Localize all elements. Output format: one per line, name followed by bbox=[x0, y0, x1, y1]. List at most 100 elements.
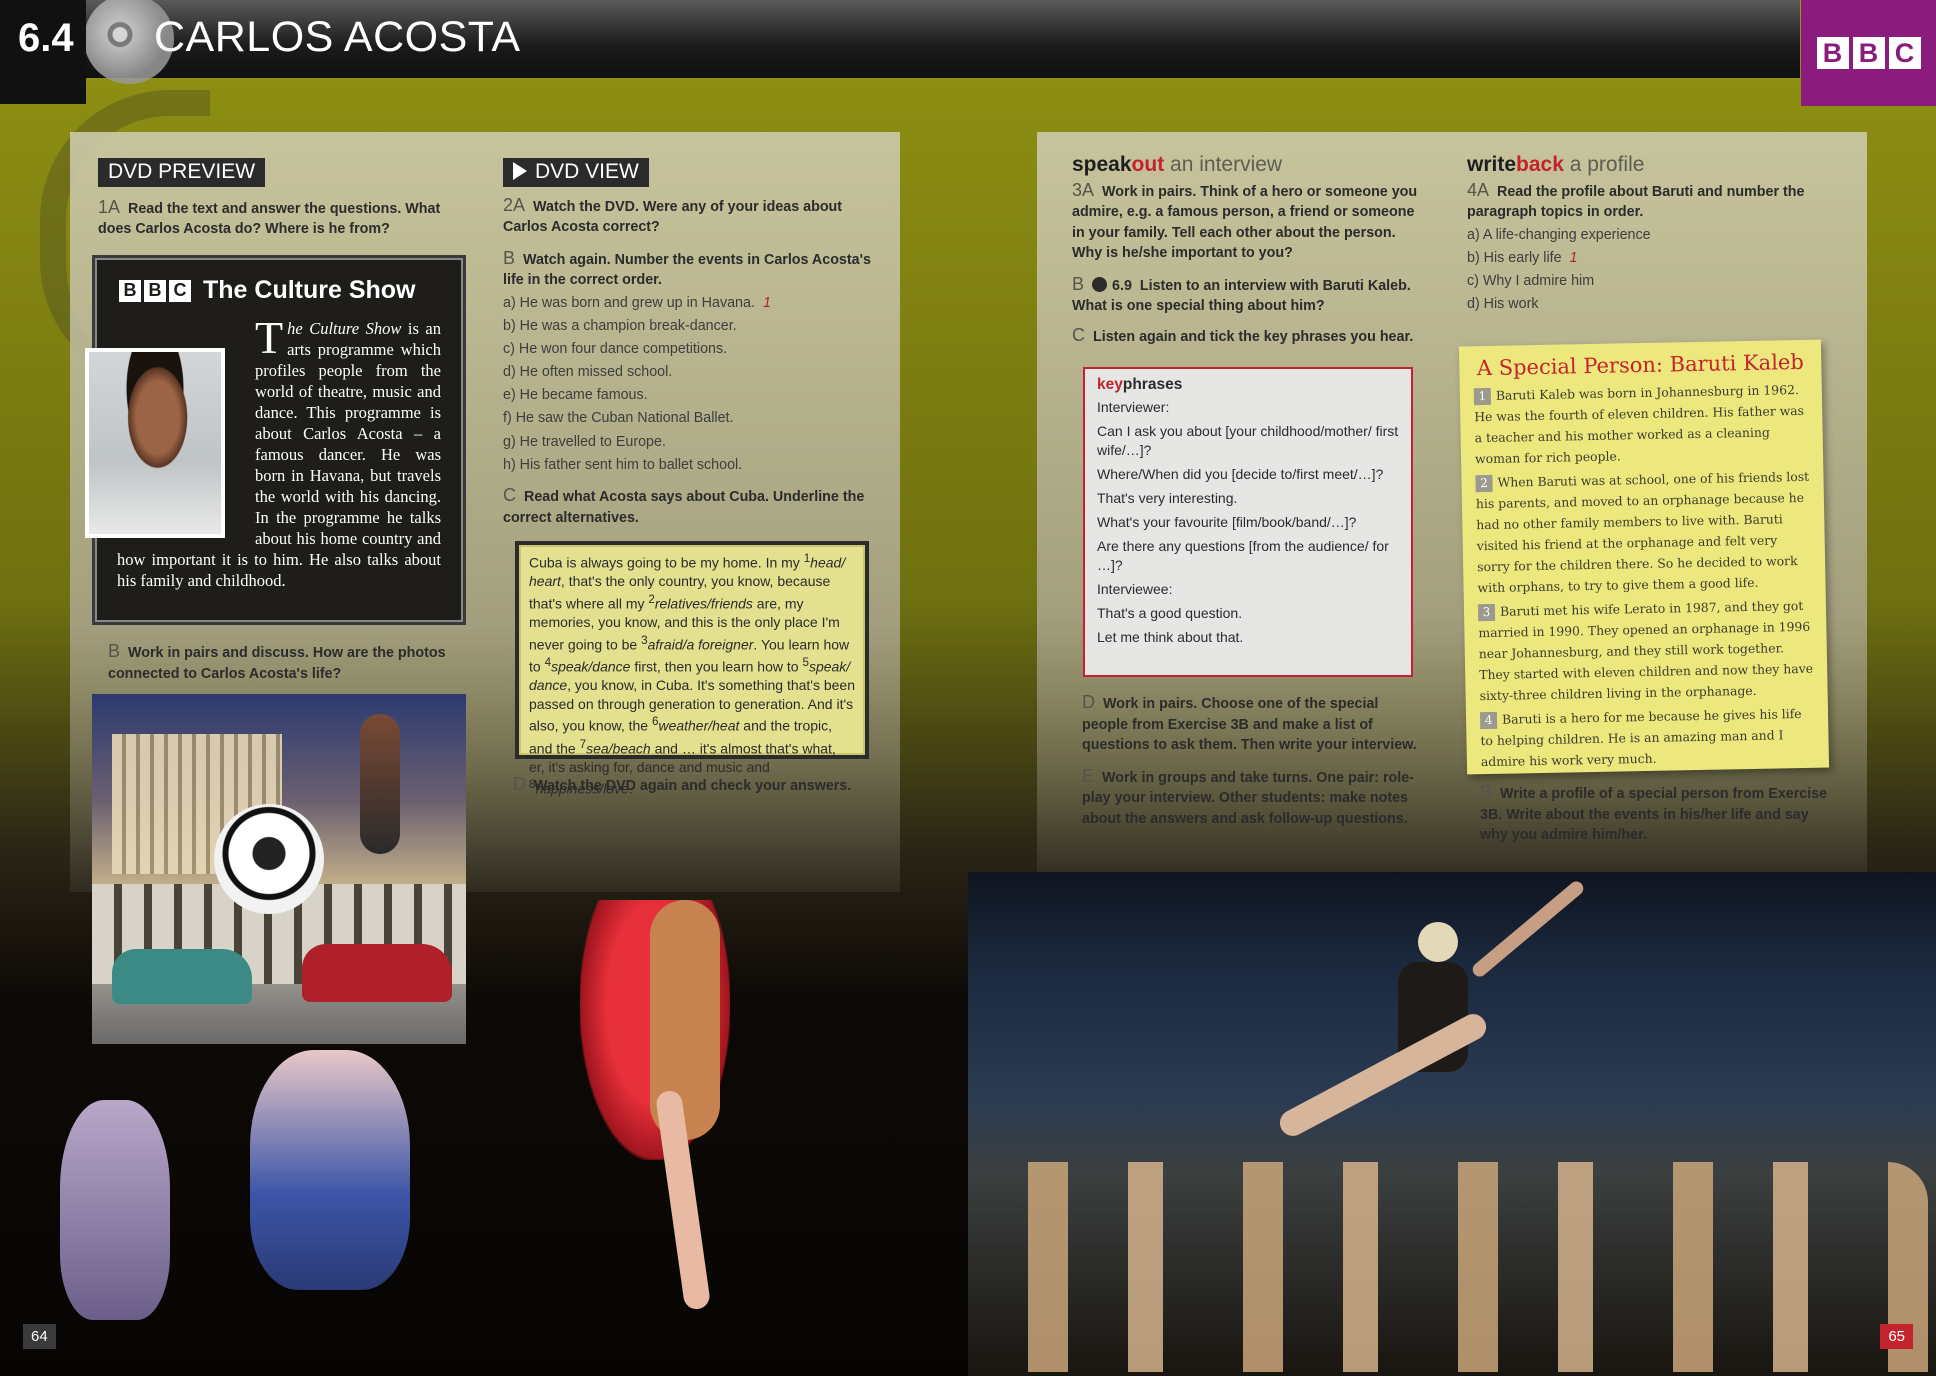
speakout-column: speakout an interview 3A Work in pairs. T… bbox=[1072, 153, 1420, 348]
exercise-number: E bbox=[1082, 765, 1095, 786]
exercise-2d: D Watch the DVD again and check your answ… bbox=[513, 774, 883, 797]
quote-text: Cuba is always going to be my home. In m… bbox=[529, 554, 804, 571]
heading-key: key bbox=[1097, 376, 1123, 393]
key-phrase[interactable]: That's a good question. bbox=[1097, 604, 1399, 623]
exercise-text: Watch the DVD again and check your answe… bbox=[534, 778, 852, 794]
exercise-number: B bbox=[1480, 782, 1493, 802]
dvd-view-column: DVD VIEW 2A Watch the DVD. Were any of yo… bbox=[503, 158, 873, 528]
writeback-heading: writeback a profile bbox=[1467, 153, 1827, 176]
dvd-preview-column: DVD PREVIEW 1A Read the text and answer t… bbox=[98, 158, 458, 240]
exercise-number: 4A bbox=[1467, 179, 1490, 200]
dvd-view-label: DVD VIEW bbox=[503, 158, 649, 187]
culture-show-box: B B C The Culture Show The Culture Show … bbox=[85, 255, 466, 625]
interviewer-label: Interviewer: bbox=[1097, 399, 1170, 415]
exercise-4b: B Write a profile of a special person fro… bbox=[1480, 782, 1830, 846]
heading-topic: a profile bbox=[1563, 153, 1645, 176]
exercise-number: 2A bbox=[503, 194, 526, 215]
alternative[interactable]: weather/heat bbox=[658, 718, 739, 734]
note-paragraph: 1 Baruti Kaleb was born in Johannesburg i… bbox=[1473, 379, 1810, 469]
note-title: A Special Person: Baruti Kaleb bbox=[1476, 349, 1804, 381]
heading-out: out bbox=[1131, 153, 1165, 176]
event-text: f) He saw the Cuban National Ballet. bbox=[503, 410, 734, 427]
key-phrase[interactable]: What's your favourite [film/book/band/…]… bbox=[1097, 513, 1399, 532]
culture-show-title: The Culture Show bbox=[203, 276, 416, 304]
event-text: d) He often missed school. bbox=[503, 364, 673, 381]
ballet-stage-photo bbox=[968, 872, 1936, 1376]
exercise-text: Work in pairs. Think of a hero or someon… bbox=[1072, 183, 1418, 262]
topic-text: a) A life-changing experience bbox=[1467, 226, 1651, 243]
bbc-logo-b2: B bbox=[1852, 37, 1885, 69]
answer-mark: 1 bbox=[762, 294, 771, 311]
list-item: a) A life-changing experience bbox=[1467, 225, 1827, 246]
exercise-number: B bbox=[503, 247, 516, 268]
event-text: b) He was a champion break-dancer. bbox=[503, 317, 737, 334]
alternative[interactable]: afraid/a foreigner bbox=[648, 636, 754, 652]
exercise-number: 1A bbox=[98, 196, 121, 217]
writeback-column: writeback a profile 4A Read the profile a… bbox=[1467, 153, 1827, 317]
exercise-text: Work in groups and take turns. One pair:… bbox=[1082, 769, 1414, 827]
page-title: CARLOS ACOSTA bbox=[154, 13, 521, 61]
page-number-left: 64 bbox=[23, 1324, 56, 1349]
key-phrases-box: keyphrases Interviewer: Can I ask you ab… bbox=[1083, 367, 1413, 677]
event-text: g) He travelled to Europe. bbox=[503, 433, 666, 450]
key-phrase[interactable]: That's very interesting. bbox=[1097, 489, 1399, 508]
carlos-acosta-photo bbox=[85, 348, 225, 538]
bbc-logo-b1: B bbox=[1816, 37, 1849, 69]
exercise-text: Watch the DVD. Were any of your ideas ab… bbox=[503, 198, 843, 236]
exercise-1a: 1A Read the text and answer the questions… bbox=[98, 197, 458, 240]
exercise-text: Read the text and answer the questions. … bbox=[98, 200, 441, 238]
dancing-couple-photo bbox=[520, 860, 900, 1340]
list-item: f) He saw the Cuban National Ballet. bbox=[503, 408, 873, 429]
bbc-b2: B bbox=[144, 279, 166, 302]
audio-play-icon[interactable] bbox=[1092, 276, 1108, 292]
alternative[interactable]: speak/dance bbox=[551, 659, 630, 675]
paragraph-number: 1 bbox=[1473, 387, 1492, 406]
exercise-2b: B Watch again. Number the events in Carlo… bbox=[503, 248, 873, 291]
bbc-logo: B B C bbox=[1801, 0, 1936, 106]
audio-track: 6.9 bbox=[1112, 277, 1132, 294]
key-phrase[interactable]: Let me think about that. bbox=[1097, 628, 1399, 647]
bbc-b1: B bbox=[119, 279, 141, 302]
list-item: c) He won four dance competitions. bbox=[503, 339, 873, 360]
exercise-3c: C Listen again and tick the key phrases y… bbox=[1072, 325, 1420, 348]
speakout-heading: speakout an interview bbox=[1072, 153, 1420, 176]
speakout-column-2: D Work in pairs. Choose one of the specia… bbox=[1082, 692, 1422, 829]
bbc-c: C bbox=[169, 279, 191, 302]
event-text: e) He became famous. bbox=[503, 387, 648, 404]
quote-text: first, then you learn how to bbox=[630, 658, 803, 675]
exercise-2a: 2A Watch the DVD. Were any of your ideas … bbox=[503, 195, 873, 238]
jumping-dancer-image bbox=[360, 714, 400, 854]
red-car-image bbox=[302, 944, 452, 1002]
list-item: h) His father sent him to ballet school. bbox=[503, 455, 873, 476]
acosta-quote-box: Cuba is always going to be my home. In m… bbox=[515, 541, 869, 797]
exercise-text: Watch again. Number the events in Carlos… bbox=[503, 251, 871, 289]
note-paragraph: 4 Baruti is a hero for me because he give… bbox=[1479, 703, 1815, 772]
paragraph-text: Baruti Kaleb was born in Johannesburg in… bbox=[1474, 381, 1805, 467]
paragraph-number: 3 bbox=[1477, 603, 1496, 622]
drop-cap: T bbox=[255, 312, 284, 363]
play-icon bbox=[513, 162, 527, 180]
exercise-number: 3A bbox=[1072, 179, 1095, 200]
paragraph-number: 2 bbox=[1475, 474, 1493, 493]
ballet-dancers-photo bbox=[0, 1030, 520, 1350]
key-phrase[interactable]: Where/When did you [decide to/first meet… bbox=[1097, 465, 1399, 484]
exercise-number: C bbox=[1072, 324, 1085, 345]
exercise-text: Read what Acosta says about Cuba. Underl… bbox=[503, 489, 865, 526]
list-item: g) He travelled to Europe. bbox=[503, 432, 873, 453]
list-item: d) His work bbox=[1467, 294, 1827, 315]
alternative[interactable]: relatives/friends bbox=[655, 596, 753, 612]
events-list: a) He was born and grew up in Havana. 1 b… bbox=[503, 293, 873, 476]
heading-write: write bbox=[1467, 153, 1517, 176]
special-person-note: A Special Person: Baruti Kaleb 1 Baruti K… bbox=[1458, 339, 1830, 775]
exercise-3e: E Work in groups and take turns. One pair… bbox=[1082, 766, 1422, 830]
exercise-number: D bbox=[513, 774, 526, 794]
note-paragraph: 3 Baruti met his wife Lerato in 1987, and… bbox=[1477, 595, 1814, 706]
exercise-number: C bbox=[503, 485, 516, 506]
alternative[interactable]: sea/beach bbox=[586, 740, 651, 756]
heading-back: back bbox=[1516, 153, 1564, 176]
event-text: c) He won four dance competitions. bbox=[503, 340, 728, 357]
exercise-number: B bbox=[108, 641, 121, 661]
key-phrase[interactable]: Can I ask you about [your childhood/moth… bbox=[1097, 422, 1399, 460]
corps-de-ballet bbox=[988, 1162, 1928, 1372]
key-phrase[interactable]: Are there any questions [from the audien… bbox=[1097, 537, 1399, 575]
